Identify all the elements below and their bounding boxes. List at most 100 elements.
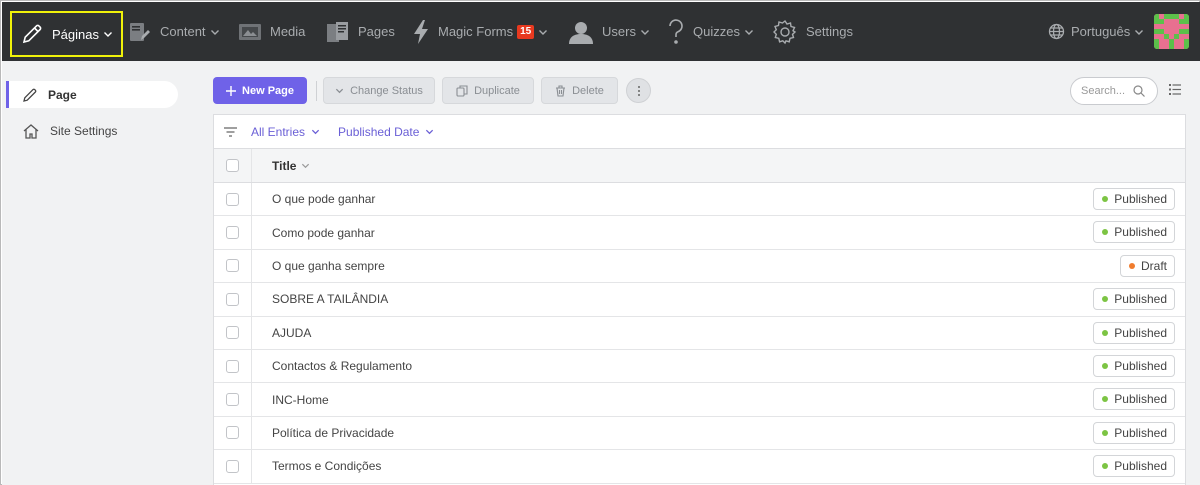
select-all-cell [214, 149, 252, 182]
globe-icon [1048, 23, 1065, 40]
status-badge: Published [1093, 188, 1175, 210]
copy-icon [456, 84, 468, 97]
top-navigation-bar: Páginas Content Media Pages Magic Forms … [2, 2, 1200, 61]
filter-icon[interactable] [224, 126, 237, 137]
row-checkbox-cell [214, 283, 252, 316]
search-input[interactable] [1081, 85, 1133, 97]
duplicate-button[interactable]: Duplicate [442, 77, 534, 104]
row-title[interactable]: O que pode ganhar [252, 192, 375, 206]
sidebar: Page Site Settings [2, 61, 198, 485]
nav-quizzes[interactable]: Quizzes [667, 2, 754, 61]
table-row[interactable]: INC-Home Published [214, 383, 1185, 417]
status-label: Published [1114, 425, 1167, 440]
search-icon[interactable] [1133, 85, 1145, 97]
delete-button[interactable]: Delete [541, 77, 618, 104]
nav-settings[interactable]: Settings [772, 2, 853, 61]
status-dot [1102, 196, 1109, 202]
list-view-icon[interactable] [1169, 84, 1181, 95]
status-dot [1102, 329, 1109, 336]
all-entries-filter[interactable]: All Entries [251, 125, 320, 139]
new-page-button[interactable]: New Page [213, 77, 307, 104]
chevron-down-icon [744, 29, 753, 35]
status-badge: Published [1093, 354, 1175, 377]
row-checkbox[interactable] [226, 292, 239, 306]
status-badge: Published [1093, 388, 1175, 411]
select-all-checkbox[interactable] [226, 159, 239, 172]
more-options-button[interactable] [626, 78, 651, 103]
published-date-label: Published Date [338, 124, 420, 139]
nav-users-label: Users [602, 24, 636, 39]
row-checkbox-cell [214, 183, 252, 216]
table-row[interactable]: AJUDA Published [214, 316, 1185, 350]
row-checkbox[interactable] [226, 393, 239, 407]
status-dot [1102, 296, 1109, 303]
table-row[interactable]: O que pode ganhar Published [214, 183, 1185, 217]
table-header: Title [214, 149, 1185, 183]
sidebar-item-site-settings[interactable]: Site Settings [6, 117, 178, 144]
status-badge: Published [1093, 288, 1175, 311]
user-avatar[interactable] [1154, 14, 1189, 49]
status-label: Published [1114, 292, 1167, 307]
row-checkbox[interactable] [226, 259, 239, 273]
pencil-icon [23, 88, 37, 102]
gear-icon [773, 19, 797, 44]
nav-magic-forms[interactable]: Magic Forms 15 [412, 2, 548, 61]
more-vertical-icon [637, 85, 640, 96]
title-column-header[interactable]: Title [252, 159, 310, 173]
chevron-down-icon [426, 129, 434, 135]
table-row[interactable]: O que ganha sempre Draft [214, 249, 1185, 284]
nav-users[interactable]: Users [568, 2, 650, 61]
chevron-down-icon [103, 32, 112, 37]
row-title[interactable]: SOBRE A TAILÂNDIA [252, 292, 388, 306]
row-title[interactable]: Política de Privacidade [252, 426, 394, 440]
user-icon [569, 21, 593, 44]
language-selector[interactable]: Português [1048, 2, 1144, 61]
nav-pages[interactable]: Pages [326, 2, 395, 61]
row-checkbox[interactable] [226, 326, 239, 340]
status-label: Published [1114, 392, 1167, 407]
row-title[interactable]: Contactos & Regulamento [252, 359, 412, 373]
plus-icon [226, 85, 237, 96]
table-row[interactable]: SOBRE A TAILÂNDIA Published [214, 283, 1185, 317]
row-checkbox[interactable] [226, 426, 239, 440]
nav-paginas[interactable]: Páginas [10, 11, 123, 57]
main-content: New Page Change Status Duplicate Delete [198, 61, 1200, 485]
row-title[interactable]: O que ganha sempre [252, 259, 385, 273]
status-label: Draft [1140, 258, 1167, 273]
toolbar-divider [316, 81, 317, 101]
row-checkbox-cell [214, 450, 252, 483]
nav-content-label: Content [160, 24, 206, 39]
status-dot [1102, 396, 1109, 403]
status-dot [1102, 429, 1109, 436]
search-box [1070, 77, 1158, 105]
home-icon [23, 123, 39, 139]
lightning-icon [414, 19, 428, 44]
status-dot [1102, 362, 1109, 369]
nav-content[interactable]: Content [128, 2, 220, 61]
row-title[interactable]: Como pode ganhar [252, 226, 375, 240]
table-row[interactable]: Como pode ganhar Published [214, 216, 1185, 250]
notification-badge: 15 [517, 24, 535, 39]
row-title[interactable]: INC-Home [252, 393, 329, 407]
status-badge: Published [1093, 455, 1175, 478]
row-checkbox[interactable] [226, 359, 239, 373]
published-date-filter[interactable]: Published Date [338, 125, 434, 139]
row-title[interactable]: Termos e Condições [252, 459, 381, 473]
nav-media[interactable]: Media [238, 2, 305, 61]
row-checkbox[interactable] [226, 226, 239, 240]
row-title[interactable]: AJUDA [252, 326, 311, 340]
change-status-label: Change Status [350, 84, 423, 97]
table-row[interactable]: Termos e Condições Published [214, 450, 1185, 484]
trash-icon [556, 84, 566, 97]
sidebar-item-page[interactable]: Page [6, 81, 178, 108]
row-checkbox[interactable] [226, 459, 239, 473]
status-badge: Published [1093, 321, 1175, 344]
status-badge: Published [1093, 421, 1175, 444]
change-status-button[interactable]: Change Status [323, 77, 435, 104]
status-dot [1102, 229, 1109, 236]
table-row[interactable]: Política de Privacidade Published [214, 416, 1185, 451]
row-checkbox[interactable] [226, 192, 239, 206]
table-row[interactable]: Contactos & Regulamento Published [214, 349, 1185, 384]
status-dot [1102, 463, 1109, 470]
chevron-down-icon [336, 88, 344, 94]
